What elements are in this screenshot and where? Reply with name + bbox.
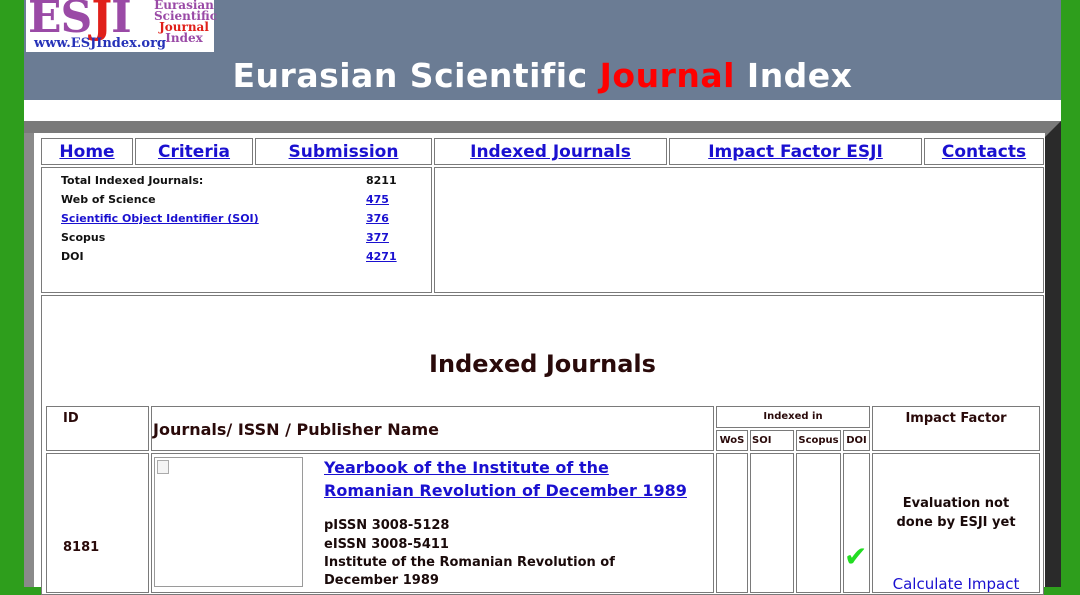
th-journal: Journals/ ISSN / Publisher Name xyxy=(153,420,439,439)
nav-submission: Submission xyxy=(255,138,432,165)
nav-impact-factor: Impact Factor ESJI xyxy=(669,138,922,165)
stat-scopus-value[interactable]: 377 xyxy=(366,231,389,244)
calculate-impact-link[interactable]: Calculate Impact xyxy=(873,575,1039,593)
stat-total-label: Total Indexed Journals: xyxy=(61,174,204,187)
row-scopus-cell xyxy=(796,453,841,593)
nav-home: Home xyxy=(41,138,133,165)
nav-criteria: Criteria xyxy=(135,138,253,165)
nav-indexed-journals-link[interactable]: Indexed Journals xyxy=(470,142,631,162)
frame-top xyxy=(24,121,1061,133)
nav-submission-link[interactable]: Submission xyxy=(289,142,399,162)
site-title: Eurasian Scientific Journal Index xyxy=(232,56,853,95)
nav-home-link[interactable]: Home xyxy=(59,142,114,162)
header-divider xyxy=(24,100,1061,121)
journal-cover-image[interactable] xyxy=(154,457,303,587)
doi-check-icon: ✔ xyxy=(844,540,868,573)
stat-wos-value[interactable]: 475 xyxy=(366,193,389,206)
frame-left xyxy=(24,133,34,587)
stat-wos-label: Web of Science xyxy=(61,193,156,206)
stat-soi-label[interactable]: Scientific Object Identifier (SOI) xyxy=(61,212,259,225)
nav-criteria-link[interactable]: Criteria xyxy=(158,142,230,162)
row-id: 8181 xyxy=(63,540,100,555)
evaluation-status: Evaluation not done by ESJI yet xyxy=(896,496,1016,530)
th-impact-factor: Impact Factor xyxy=(905,411,1007,426)
th-indexed-in: Indexed in xyxy=(763,411,823,422)
broken-image-icon xyxy=(157,460,169,474)
stat-soi-value[interactable]: 376 xyxy=(366,212,389,225)
journal-publisher: Institute of the Romanian Revolution of … xyxy=(324,555,615,588)
nav-indexed-journals: Indexed Journals xyxy=(434,138,667,165)
frame-bevel xyxy=(1045,121,1061,137)
nav-contacts: Contacts xyxy=(924,138,1044,165)
row-soi-cell xyxy=(750,453,794,593)
stat-scopus-label: Scopus xyxy=(61,231,106,244)
stat-doi-value[interactable]: 4271 xyxy=(366,250,397,263)
nav-contacts-link[interactable]: Contacts xyxy=(942,142,1026,162)
stat-doi-label: DOI xyxy=(61,250,84,263)
journal-eissn: eISSN 3008-5411 xyxy=(324,537,449,552)
logo-url: www.ESJIndex.org xyxy=(34,36,167,51)
stat-total-value: 8211 xyxy=(366,174,397,187)
th-scopus: Scopus xyxy=(798,435,839,446)
row-id-cell xyxy=(46,453,149,593)
th-id-cell xyxy=(46,406,149,451)
nav-impact-factor-link[interactable]: Impact Factor ESJI xyxy=(708,142,883,162)
th-wos: WoS xyxy=(719,435,745,446)
journal-pissn: pISSN 3008-5128 xyxy=(324,518,450,533)
th-doi: DOI xyxy=(846,435,867,446)
th-id: ID xyxy=(63,411,79,426)
frame-right xyxy=(1045,121,1061,587)
row-wos-cell xyxy=(716,453,748,593)
section-title: Indexed Journals xyxy=(429,350,656,378)
blank-panel xyxy=(434,167,1044,293)
site-logo[interactable]: ESJI Eurasian Scientific Journal Index w… xyxy=(26,0,217,52)
th-soi: SOI xyxy=(752,435,772,446)
journal-title-link[interactable]: Yearbook of the Institute of the Romania… xyxy=(324,456,709,502)
